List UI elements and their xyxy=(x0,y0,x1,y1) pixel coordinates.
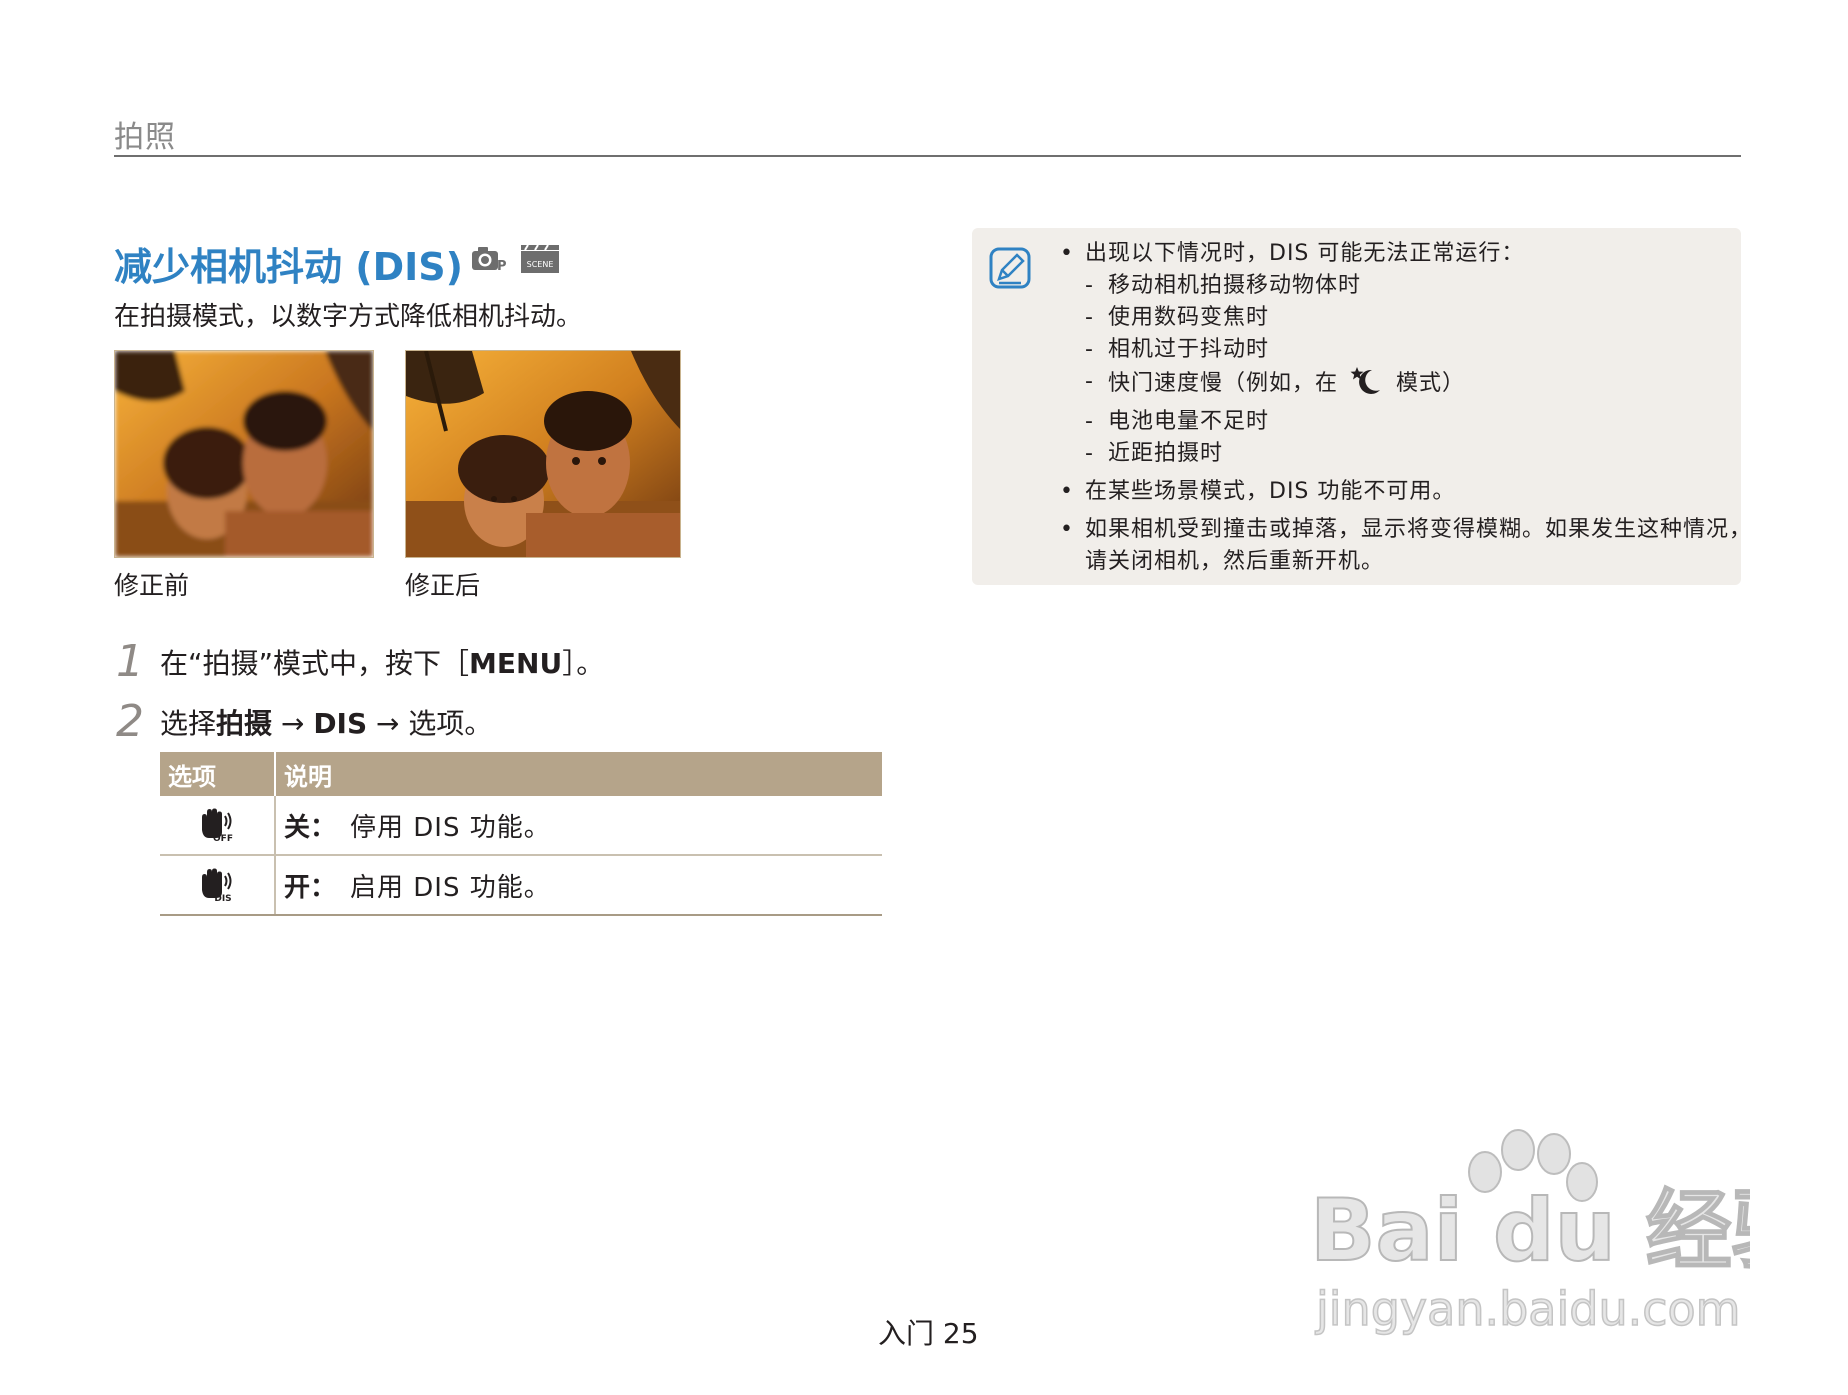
note-list: 出现以下情况时，DIS 可能无法正常运行： 移动相机拍摄移动物体时 使用数码变焦… xyxy=(1060,238,1752,578)
section-title: 减少相机抖动 (DIS) xyxy=(114,245,464,289)
table-row: DIS 开： 启用 DIS 功能。 xyxy=(160,855,882,916)
dis-off-icon: OFF xyxy=(197,808,237,844)
option-on-name: 开： xyxy=(284,872,337,903)
table-row: OFF 关： 停用 DIS 功能。 xyxy=(160,796,882,856)
option-on-desc: 启用 DIS 功能。 xyxy=(350,872,551,903)
photo-before-caption: 修正前 xyxy=(114,571,190,600)
note-subitem: 使用数码变焦时 xyxy=(1060,302,1752,334)
option-off-name: 关： xyxy=(284,812,337,843)
options-table: 选项 说明 OFF 关： 停用 DIS 功能。 DIS 开： 启用 DIS 功能… xyxy=(160,752,882,916)
scene-icon: SCENE xyxy=(520,244,560,274)
option-off-desc: 停用 DIS 功能。 xyxy=(350,812,551,843)
note-item: 如果相机受到撞击或掉落，显示将变得模糊。如果发生这种情况，请关闭相机，然后重新开… xyxy=(1060,514,1752,578)
camera-program-icon: P xyxy=(470,245,510,273)
page-header-title: 拍照 xyxy=(114,120,176,155)
page-footer: 入门 25 xyxy=(878,1317,979,1350)
dis-on-icon: DIS xyxy=(197,868,237,904)
options-header-description: 说明 xyxy=(275,752,882,796)
mode-icons: P SCENE xyxy=(470,244,560,274)
options-table-header: 选项 说明 xyxy=(160,752,882,796)
header-divider xyxy=(114,155,1741,157)
note-subitem: 近距拍摄时 xyxy=(1060,438,1752,470)
svg-text:DIS: DIS xyxy=(214,894,231,902)
note-subitem: 电池电量不足时 xyxy=(1060,406,1752,438)
note-item: 在某些场景模式，DIS 功能不可用。 xyxy=(1060,476,1752,508)
svg-text:P: P xyxy=(497,259,507,273)
note-pencil-icon xyxy=(989,247,1031,293)
svg-text:SCENE: SCENE xyxy=(527,260,554,269)
note-subitem: 快门速度慢（例如，在模式） xyxy=(1060,366,1752,406)
svg-text:Bai du 经验: Bai du 经验 xyxy=(1310,1181,1750,1281)
note-subitem: 移动相机拍摄移动物体时 xyxy=(1060,270,1752,302)
baidu-watermark: Bai du 经验 jingyan.baidu.com xyxy=(1309,1120,1819,1344)
section-intro: 在拍摄模式，以数字方式降低相机抖动。 xyxy=(114,302,583,332)
options-header-option: 选项 xyxy=(160,752,276,796)
menu-key-label: MENU xyxy=(469,647,563,680)
step-2-text: 选择拍摄 → DIS → 选项。 xyxy=(160,707,493,740)
photo-after-correction xyxy=(405,350,681,558)
photo-after-caption: 修正后 xyxy=(405,571,481,600)
note-item: 出现以下情况时，DIS 可能无法正常运行： xyxy=(1060,238,1752,270)
svg-text:OFF: OFF xyxy=(213,834,233,842)
photo-before-correction xyxy=(114,350,374,558)
step-1-number: 1 xyxy=(116,636,144,687)
step-1-text: 在“拍摄”模式中，按下［MENU］。 xyxy=(160,647,605,680)
svg-text:jingyan.baidu.com: jingyan.baidu.com xyxy=(1315,1282,1741,1336)
note-subitem: 相机过于抖动时 xyxy=(1060,334,1752,366)
night-mode-icon xyxy=(1350,366,1384,406)
step-2-number: 2 xyxy=(116,696,144,747)
